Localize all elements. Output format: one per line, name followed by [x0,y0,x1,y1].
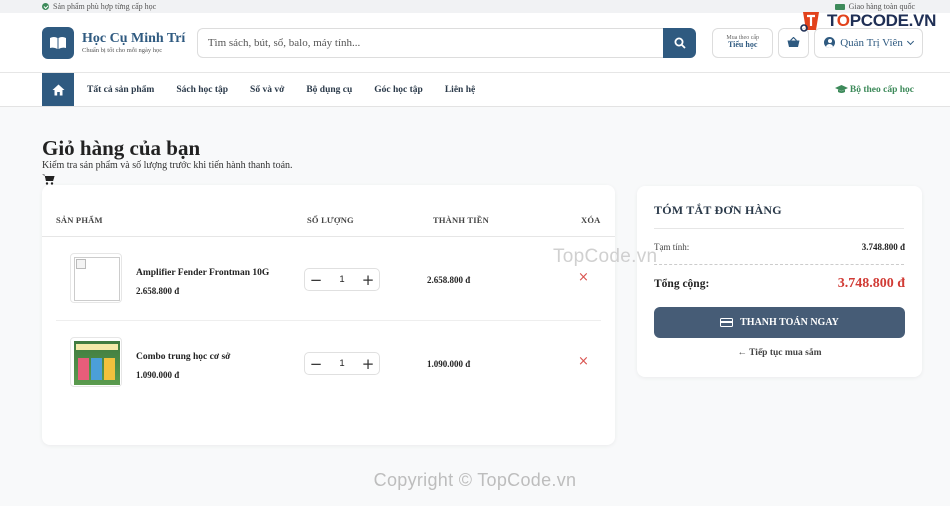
product-name[interactable]: Combo trung học cơ sở [136,352,230,362]
checkout-button-label: THANH TOÁN NGAY [740,317,839,328]
cart-table-header: SẢN PHẨM SỐ LƯỢNG THÀNH TIỀN XÓA [42,203,615,237]
continue-shopping-link[interactable]: ← Tiếp tục mua sắm [637,348,922,358]
quantity-stepper: − 1 + [304,268,380,291]
quantity-value[interactable]: 1 [327,358,357,369]
brand-logo[interactable]: Học Cụ Minh Trí Chuẩn bị tốt cho mỗi ngà… [42,26,197,59]
grand-total-value: 3.748.800 đ [837,276,905,291]
quantity-stepper: − 1 + [304,352,380,375]
check-circle-icon [42,3,49,10]
increase-quantity-button[interactable]: + [357,269,379,290]
grand-total-label: Tổng cộng: [654,278,710,290]
topcode-watermark-logo: TOPCODE.VN [798,8,936,34]
nav-item-study-corner[interactable]: Góc học tập [374,85,423,95]
cart-row: Amplifier Fender Frontman 10G 2.658.800 … [56,237,601,321]
column-quantity: SỐ LƯỢNG [307,215,354,225]
product-price: 1.090.000 đ [136,370,180,380]
product-price: 2.658.800 đ [136,286,180,296]
broken-image-placeholder [74,257,120,301]
cart-table-card: SẢN PHẨM SỐ LƯỢNG THÀNH TIỀN XÓA Amplifi… [42,185,615,445]
nav-item-contact[interactable]: Liên hệ [445,85,475,95]
level-button-value: Tiểu học [727,40,758,50]
nav-sets-by-level[interactable]: Bộ theo cấp học [834,73,914,106]
chevron-down-icon [906,37,914,45]
product-image[interactable] [70,337,122,387]
order-summary-title: TÓM TẮT ĐƠN HÀNG [654,203,782,217]
line-total: 2.658.800 đ [427,275,471,285]
page-title: Giỏ hàng của bạn [42,136,201,160]
remove-item-button[interactable]: × [578,270,589,285]
top-info-left: Sản phẩm phù hợp từng cấp học [42,2,156,11]
nav-sets-by-level-label: Bộ theo cấp học [849,84,914,95]
search-input[interactable] [196,27,664,58]
credit-card-icon [720,318,734,327]
order-summary-card: TÓM TẮT ĐƠN HÀNG Tạm tính: 3.748.800 đ T… [637,186,922,377]
column-total: THÀNH TIỀN [433,215,489,225]
book-icon [42,26,74,59]
brand-name: Học Cụ Minh Trí [82,31,186,47]
search-button[interactable] [663,27,697,58]
divider [654,264,904,265]
cart-row: Combo trung học cơ sở 1.090.000 đ − 1 + … [56,321,601,405]
topcode-logo-text: TOPCODE.VN [827,11,937,30]
search-bar [196,27,697,58]
broken-image-icon [76,259,86,269]
nav-item-books[interactable]: Sách học tập [176,85,228,95]
column-product: SẢN PHẨM [56,215,103,225]
nav-item-notebooks[interactable]: Sổ và vở [250,85,284,95]
nav-items: Tất cả sản phẩm Sách học tập Sổ và vở Bộ… [87,73,835,106]
subtotal-label: Tạm tính: [654,242,690,252]
shop-by-level-button[interactable]: Mua theo cấp Tiểu học [712,27,774,58]
top-info-left-text: Sản phẩm phù hợp từng cấp học [53,2,157,11]
line-total: 1.090.000 đ [427,359,471,369]
divider [654,228,904,229]
brand-tagline: Chuẩn bị tốt cho mỗi ngày học [82,46,163,54]
main-nav: Tất cả sản phẩm Sách học tập Sổ và vở Bộ… [0,73,950,107]
decrease-quantity-button[interactable]: − [305,269,327,290]
home-icon [52,84,64,95]
product-image[interactable] [70,253,122,303]
nav-item-all-products[interactable]: Tất cả sản phẩm [87,85,154,95]
remove-item-button[interactable]: × [578,354,589,369]
quantity-value[interactable]: 1 [327,274,357,285]
product-name[interactable]: Amplifier Fender Frontman 10G [136,268,269,278]
graduation-cap-icon [834,85,848,93]
decrease-quantity-button[interactable]: − [305,353,327,374]
page-subtitle: Kiểm tra sản phẩm và số lượng trước khi … [42,160,293,171]
center-watermark: TopCode.vn [553,246,658,267]
subtotal-value: 3.748.800 đ [861,242,905,252]
user-circle-icon [824,37,836,48]
combo-product-thumbnail [74,341,120,385]
nav-home-button[interactable] [42,73,74,106]
basket-icon [787,37,800,47]
column-remove: XÓA [581,215,601,225]
user-name: Quản Trị Viên [840,36,903,49]
copyright-watermark: Copyright © TopCode.vn [373,470,577,490]
checkout-button[interactable]: THANH TOÁN NGAY [654,307,905,338]
nav-item-toolkits[interactable]: Bộ dụng cụ [306,85,352,95]
topcode-logo-icon [798,8,824,34]
search-icon [674,37,686,49]
increase-quantity-button[interactable]: + [357,353,379,374]
